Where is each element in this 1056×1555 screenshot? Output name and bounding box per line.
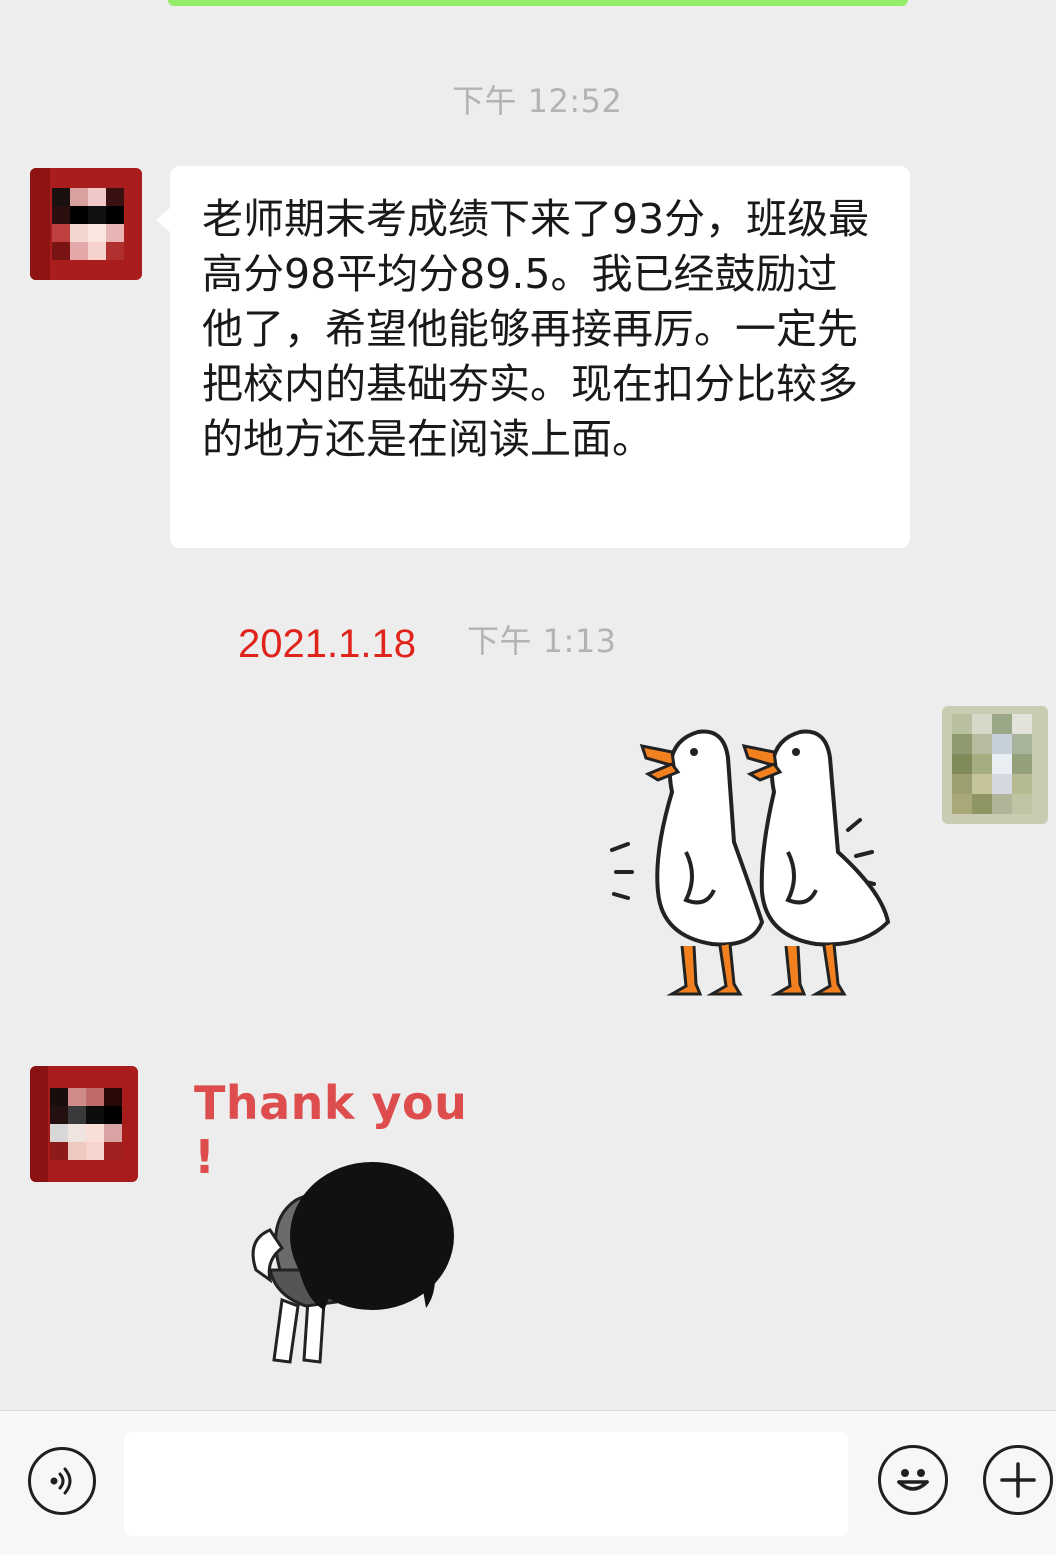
plus-icon[interactable] [983,1445,1053,1515]
timestamp: 下午 12:52 [452,82,623,120]
emoji-icon[interactable] [878,1445,948,1515]
message-text: 老师期末考成绩下来了93分，班级最高分98平均分89.5。我已经鼓励过他了，希望… [202,195,870,463]
thank-you-bow-sticker[interactable]: Thank you ! [186,1070,486,1380]
my-avatar[interactable] [942,706,1048,824]
timestamp: 下午 1:13 [467,622,617,660]
two-geese-sticker[interactable] [602,722,902,1006]
voice-icon[interactable] [28,1447,96,1515]
date-annotation: 2021.1.18 [238,622,416,666]
received-message-bubble[interactable]: 老师期末考成绩下来了93分，班级最高分98平均分89.5。我已经鼓励过他了，希望… [156,166,910,548]
contact-avatar[interactable] [30,168,142,280]
contact-avatar[interactable] [30,1066,138,1182]
previous-message-bubble[interactable] [168,0,908,6]
message-input[interactable] [124,1432,848,1536]
